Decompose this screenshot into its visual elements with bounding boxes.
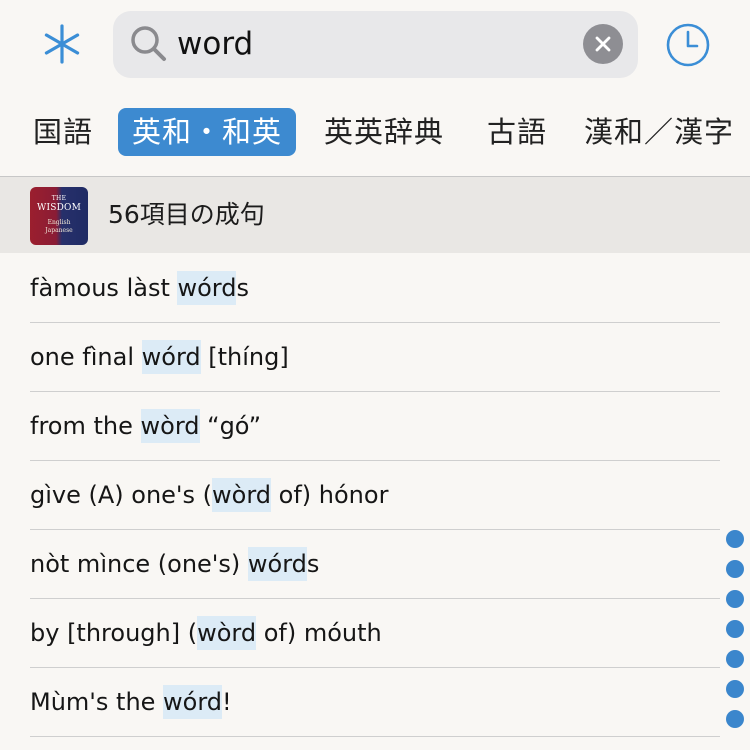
result-text: fàmous làst: [30, 274, 178, 302]
result-text: by [through] (: [30, 619, 198, 647]
list-item[interactable]: one fìnal wórd [thíng]: [30, 323, 720, 392]
result-highlight: wòrd: [140, 409, 200, 443]
list-item[interactable]: from the wòrd “gó”: [30, 392, 720, 461]
result-highlight: wórd: [177, 271, 237, 305]
index-dot[interactable]: [726, 590, 744, 608]
result-text: s: [306, 550, 320, 578]
result-text: !: [222, 688, 232, 716]
tab-kokugo[interactable]: 国語: [33, 108, 93, 156]
top-bar: [0, 0, 750, 92]
list-item[interactable]: gìve (A) one's (wòrd of) hónor: [30, 461, 720, 530]
book-cover-line: THE: [51, 195, 67, 202]
result-text: nòt mìnce (one's): [30, 550, 248, 578]
index-dot[interactable]: [726, 560, 744, 578]
clear-icon[interactable]: [583, 24, 623, 64]
list-item[interactable]: by [through] (wòrd of) móuth: [30, 599, 720, 668]
index-dot[interactable]: [726, 650, 744, 668]
book-cover-line: English: [47, 219, 71, 226]
result-text: [thíng]: [200, 343, 289, 371]
result-highlight: wórd: [163, 685, 223, 719]
result-text: of) hónor: [271, 481, 389, 509]
result-text: one fìnal: [30, 343, 142, 371]
index-dot[interactable]: [726, 530, 744, 548]
clock-icon[interactable]: [664, 21, 712, 69]
tab-eiei[interactable]: 英英辞典: [324, 108, 444, 156]
result-text: s: [236, 274, 249, 302]
list-item[interactable]: nòt mìnce (one's) wórds: [30, 530, 720, 599]
index-scrubber[interactable]: [726, 530, 746, 750]
index-dot[interactable]: [726, 680, 744, 698]
result-text: from the: [30, 412, 141, 440]
book-cover-line: Japanese: [45, 227, 73, 234]
section-title: 56項目の成句: [108, 200, 265, 229]
result-text: of) móuth: [256, 619, 382, 647]
search-icon: [129, 24, 169, 64]
search-input[interactable]: [177, 11, 577, 78]
dictionary-tabs: 国語 英和・和英 英英辞典 古語 漢和／漢字: [0, 104, 750, 162]
tab-kanwa-kanji[interactable]: 漢和／漢字: [584, 108, 734, 156]
index-dot[interactable]: [726, 710, 744, 728]
section-header: THE WISDOM English Japanese 56項目の成句: [0, 177, 750, 253]
result-highlight: wòrd: [197, 616, 257, 650]
search-box[interactable]: [113, 11, 638, 78]
list-item[interactable]: fàmous làst wórds: [30, 254, 720, 323]
book-cover-title: WISDOM: [37, 203, 81, 213]
result-text: Mùm's the: [30, 688, 164, 716]
list-item[interactable]: Mùm's the wórd!: [30, 668, 720, 737]
tab-eiwa-waei[interactable]: 英和・和英: [118, 108, 297, 156]
index-dot[interactable]: [726, 620, 744, 638]
dictionary-book-icon: THE WISDOM English Japanese: [30, 187, 88, 245]
result-highlight: wórd: [247, 547, 307, 581]
result-text: “gó”: [199, 412, 262, 440]
tab-kogo[interactable]: 古語: [487, 108, 547, 156]
result-highlight: wòrd: [212, 478, 272, 512]
result-text: gìve (A) one's (: [30, 481, 213, 509]
asterisk-icon[interactable]: [38, 20, 86, 68]
result-highlight: wórd: [141, 340, 201, 374]
